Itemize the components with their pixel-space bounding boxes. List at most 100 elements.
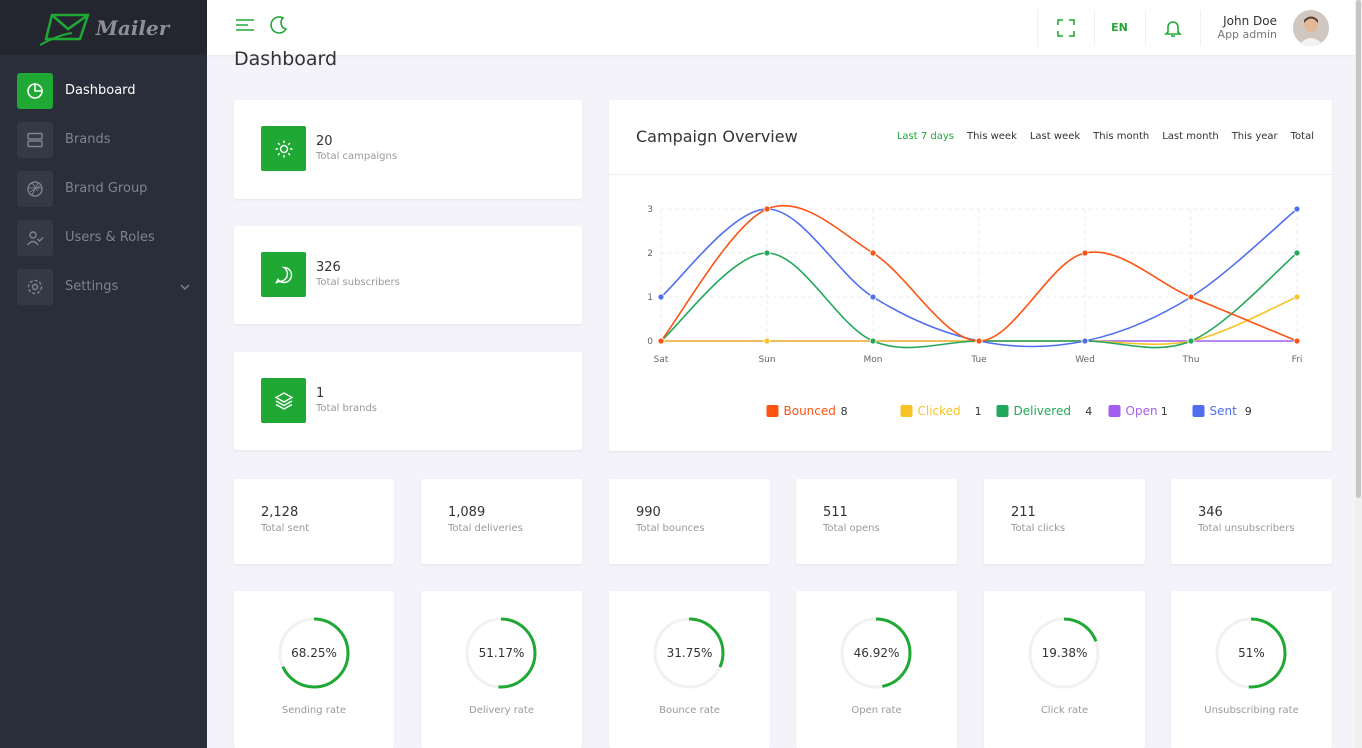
sidebar-item-label: Brands [65, 132, 111, 147]
rate-label: Click rate [1040, 705, 1089, 716]
scrollbar-thumb[interactable] [1356, 0, 1361, 498]
sidebar-item-brand-group[interactable]: Brand Group [17, 170, 192, 207]
menu-toggle-icon[interactable] [234, 14, 256, 36]
legend-total-open: 1 [1161, 405, 1168, 418]
legend-label-open: Open [1126, 404, 1158, 418]
sidebar-item-users-roles[interactable]: Users & Roles [17, 219, 192, 256]
total-card-bounces: 990 Total bounces [609, 479, 770, 564]
rate-card-unsubscribing: 51% Unsubscribing rate [1171, 591, 1332, 748]
legend-label-sent: Sent [1210, 404, 1238, 418]
sidebar-item-label: Users & Roles [65, 230, 155, 245]
legend-total-delivered: 4 [1085, 405, 1092, 418]
total-card-sent: 2,128 Total sent [234, 479, 394, 564]
series-line-sent [660, 208, 1298, 348]
envelope-logo-icon [39, 13, 90, 46]
legend-total-bounced: 8 [841, 405, 848, 418]
x-tick-label: Mon [864, 355, 883, 365]
sidebar-item-dashboard[interactable]: Dashboard [17, 72, 192, 109]
legend-total-sent: 9 [1245, 405, 1252, 418]
user-check-icon [17, 219, 53, 256]
sidebar-item-label: Dashboard [65, 83, 136, 98]
stat-label: Total campaigns [316, 151, 398, 162]
data-point-delivered [1293, 249, 1301, 257]
x-tick-label: Wed [1075, 355, 1095, 365]
total-label: Total sent [261, 523, 310, 534]
chevron-down-icon [180, 284, 190, 290]
total-value: 211 [1011, 505, 1036, 520]
user-name: John Doe [1223, 14, 1277, 28]
total-card-clicks: 211 Total clicks [984, 479, 1145, 564]
total-value: 2,128 [261, 505, 299, 520]
pie-chart-icon [17, 72, 53, 109]
layers-icon [261, 378, 306, 423]
data-point-sent [1081, 337, 1089, 345]
data-point-bounced [763, 205, 771, 213]
data-point-bounced [1187, 293, 1195, 301]
moon-icon[interactable] [268, 14, 290, 36]
total-label: Total bounces [636, 523, 705, 534]
campaign-overview-card: Campaign Overview Last 7 days This week … [609, 100, 1332, 451]
data-point-sent [657, 293, 665, 301]
stat-card-subscribers: 326 Total subscribers [234, 226, 582, 324]
legend-swatch-delivered [996, 405, 1009, 417]
rate-card-bounce: 31.75% Bounce rate [609, 591, 770, 748]
data-point-delivered [763, 249, 771, 257]
stat-label: Total brands [316, 403, 378, 414]
language-code: EN [1111, 21, 1128, 34]
rate-card-click: 19.38% Click rate [984, 591, 1145, 748]
legend-label-bounced: Bounced [784, 404, 836, 418]
sidebar-item-settings[interactable]: Settings [17, 268, 192, 305]
rate-label: Delivery rate [469, 705, 534, 716]
rate-label: Unsubscribing rate [1204, 705, 1299, 716]
y-tick-label: 2 [647, 249, 653, 259]
total-value: 990 [636, 505, 661, 520]
x-tick-label: Fri [1292, 355, 1303, 365]
line-chart: 0 1 2 3 Sat Sun Mon Tue Wed Thu Fri Bounced 8 Clicked… [647, 204, 1303, 418]
total-label: Total deliveries [448, 523, 523, 534]
y-tick-label: 1 [647, 293, 653, 303]
user-menu[interactable]: John Doe App admin [1201, 0, 1355, 55]
legend-swatch-bounced [766, 405, 779, 417]
total-value: 1,089 [448, 505, 486, 520]
rate-value: 19.38% [1041, 646, 1088, 660]
data-point-clicked [1293, 293, 1301, 301]
x-tick-label: Sat [654, 355, 669, 365]
total-label: Total opens [823, 523, 880, 534]
sun-icon [261, 126, 306, 171]
language-switch[interactable]: EN [1095, 0, 1145, 55]
data-point-sent [1293, 205, 1301, 213]
sidebar-item-brands[interactable]: Brands [17, 121, 192, 158]
total-label: Total clicks [1011, 523, 1066, 534]
rate-label: Bounce rate [659, 705, 720, 716]
fullscreen-icon[interactable] [1038, 0, 1094, 55]
sidebar: Mailer Dashboard Brands Brand Group User… [0, 0, 207, 748]
rate-card-sending: 68.25% Sending rate [234, 591, 394, 748]
legend-label-clicked: Clicked [918, 404, 961, 418]
user-role: App admin [1217, 28, 1277, 41]
x-tick-label: Tue [970, 355, 987, 365]
data-point-bounced [1081, 249, 1089, 257]
topbar: EN John Doe App admin [207, 0, 1355, 55]
rate-card-delivery: 51.17% Delivery rate [421, 591, 582, 748]
rate-value: 51.17% [478, 646, 525, 660]
rate-card-open: 46.92% Open rate [796, 591, 957, 748]
data-point-bounced [869, 249, 877, 257]
scrollbar[interactable] [1355, 0, 1362, 748]
bell-icon[interactable] [1146, 0, 1200, 55]
data-point-clicked [763, 337, 771, 345]
server-icon [17, 121, 53, 158]
total-label: Total unsubscribers [1198, 523, 1295, 534]
stat-value: 326 [316, 260, 341, 275]
data-point-bounced [975, 337, 983, 345]
logo[interactable]: Mailer [0, 0, 207, 55]
legend-swatch-clicked [900, 405, 913, 417]
stat-value: 20 [316, 134, 333, 149]
stat-card-brands: 1 Total brands [234, 352, 582, 450]
message-circle-icon [261, 252, 306, 297]
legend-label-delivered: Delivered [1014, 404, 1071, 418]
x-tick-label: Thu [1182, 355, 1200, 365]
data-point-delivered [1187, 337, 1195, 345]
stat-card-campaigns: 20 Total campaigns [234, 100, 582, 199]
legend-swatch-sent [1192, 405, 1205, 417]
total-card-deliveries: 1,089 Total deliveries [421, 479, 582, 564]
